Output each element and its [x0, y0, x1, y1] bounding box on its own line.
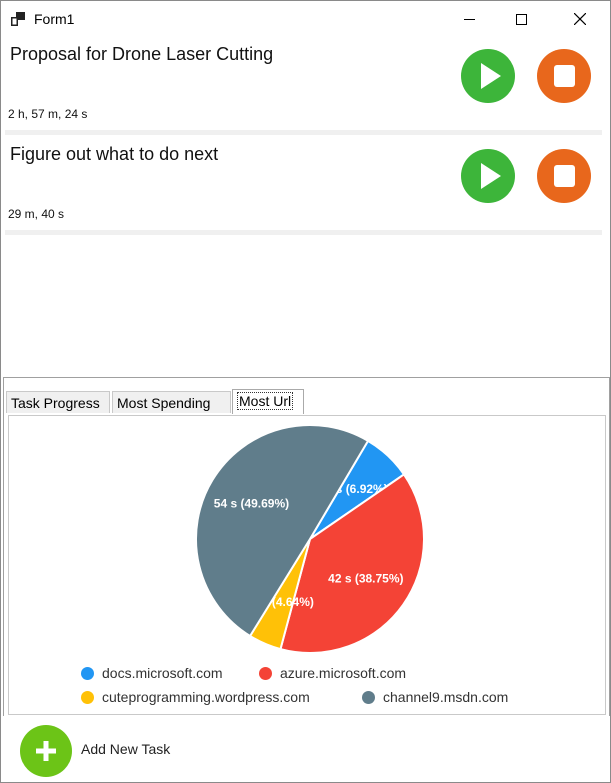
legend-color	[81, 690, 94, 704]
task-card: Figure out what to do next 29 m, 40 s	[5, 138, 602, 235]
task-title: Figure out what to do next	[10, 144, 219, 164]
maximize-button[interactable]	[498, 1, 544, 37]
legend-color	[362, 690, 375, 704]
stop-button[interactable]	[537, 49, 591, 103]
stop-icon	[554, 65, 575, 87]
legend-label: docs.microsoft.com	[102, 665, 223, 681]
tab-most-url-label: Most Url	[237, 392, 294, 410]
legend-item: cuteprogramming.wordpress.com	[81, 689, 310, 705]
legend-color	[81, 666, 94, 680]
tab-content: 7 s (6.92%) 42 s (38.75%) 5 s (4.64%) 54 s …	[8, 415, 606, 715]
legend-item: azure.microsoft.com	[259, 665, 406, 681]
add-task-button[interactable]	[20, 725, 72, 777]
play-button[interactable]	[461, 49, 515, 103]
task-card: Proposal for Drone Laser Cutting 2 h, 57…	[5, 38, 602, 135]
play-icon	[481, 63, 501, 89]
task-title: Proposal for Drone Laser Cutting	[10, 44, 274, 64]
app-icon	[11, 12, 25, 26]
legend-color	[259, 666, 272, 680]
play-button[interactable]	[461, 149, 515, 203]
title-bar[interactable]: Form1	[1, 1, 610, 37]
plus-icon	[36, 741, 56, 761]
legend-label: azure.microsoft.com	[280, 665, 407, 681]
legend-item: channel9.msdn.com	[362, 689, 508, 705]
close-icon	[574, 13, 586, 25]
stop-icon	[554, 165, 575, 187]
close-button[interactable]	[557, 1, 603, 37]
chart-tab-control: Task Progress Most Spending Most Url 7 s…	[3, 377, 610, 717]
task-time: 2 h, 57 m, 24 s	[8, 107, 88, 121]
legend-label: channel9.msdn.com	[383, 689, 509, 705]
footer-area: Add New Task	[1, 716, 610, 782]
play-icon	[481, 163, 501, 189]
window-title: Form1	[34, 11, 75, 27]
minimize-icon	[463, 18, 475, 20]
task-time: 29 m, 40 s	[8, 207, 65, 221]
tab-most-url[interactable]: Most Url	[232, 389, 304, 414]
maximize-icon	[515, 13, 527, 25]
legend-item: docs.microsoft.com	[81, 665, 223, 681]
pie-slice-label: 42 s (38.75%)	[328, 571, 403, 585]
stop-button[interactable]	[537, 149, 591, 203]
tab-task-progress[interactable]: Task Progress	[6, 391, 110, 413]
tab-most-spending[interactable]: Most Spending	[112, 391, 231, 413]
legend-label: cuteprogramming.wordpress.com	[102, 689, 310, 705]
main-window: Form1 Proposal for Drone Laser Cutting 2…	[0, 0, 611, 783]
add-task-label: Add New Task	[81, 741, 171, 757]
minimize-button[interactable]	[446, 1, 492, 37]
pie-slice-label: 54 s (49.69%)	[214, 497, 289, 511]
